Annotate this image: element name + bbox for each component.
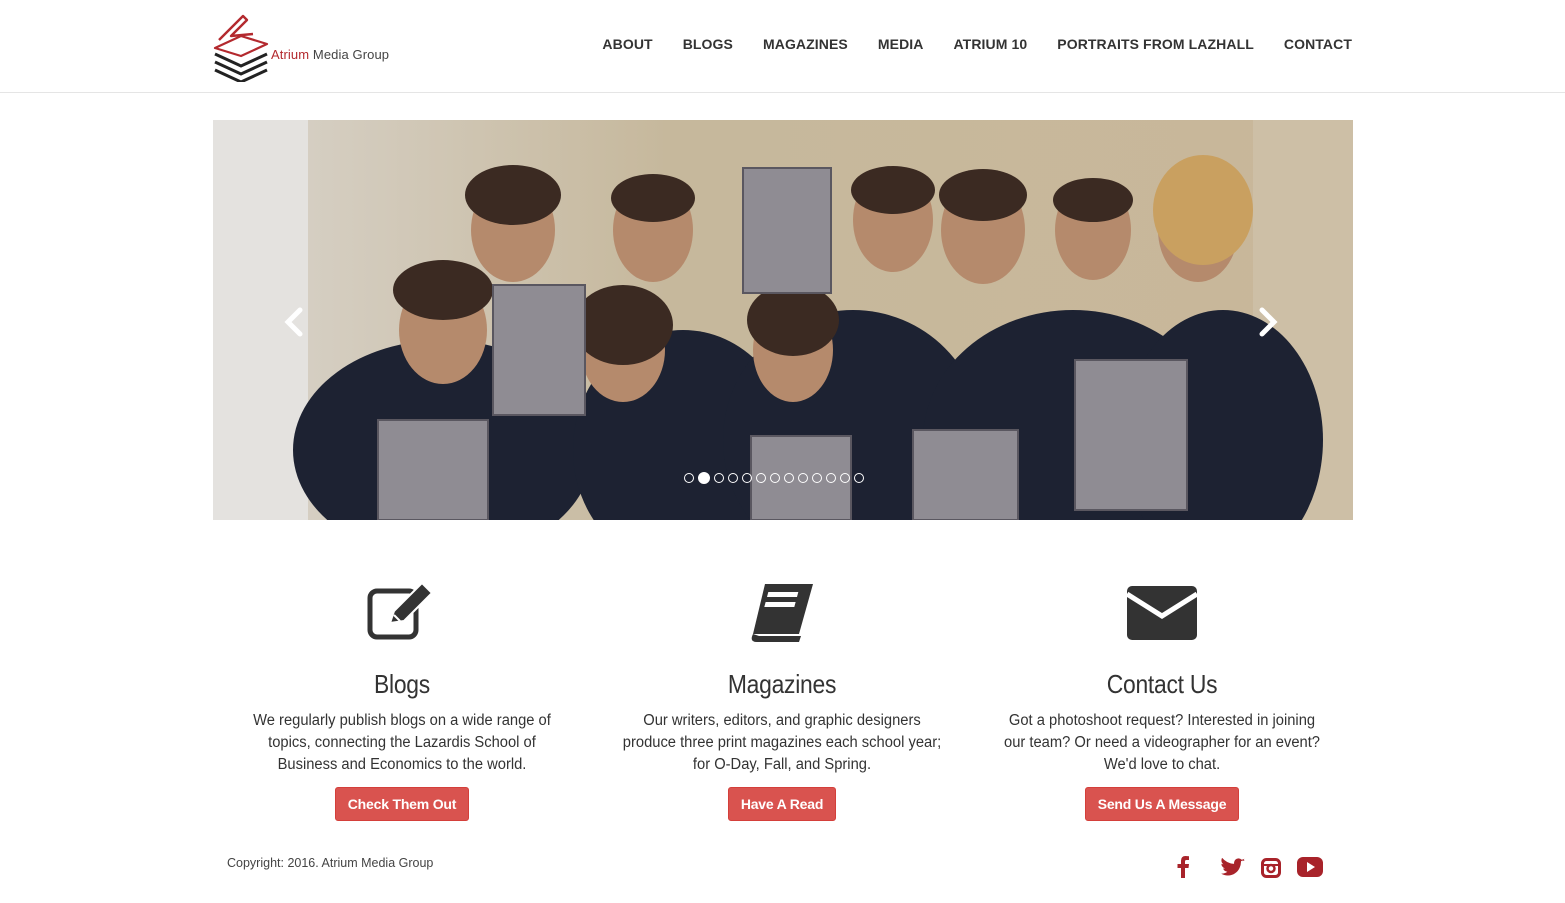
nav-contact[interactable]: CONTACT bbox=[1284, 36, 1352, 52]
atrium-logo-icon bbox=[213, 14, 269, 82]
carousel-prev-button[interactable] bbox=[280, 300, 310, 344]
carousel-dot[interactable] bbox=[854, 473, 864, 483]
feature-title: Contact Us bbox=[1106, 669, 1218, 699]
carousel-dot[interactable] bbox=[698, 472, 710, 484]
feature-text: Got a photoshoot request? Interested in … bbox=[1004, 712, 1320, 773]
feature-blogs: Blogs We regularly publish blogs on a wi… bbox=[212, 580, 592, 821]
book-icon bbox=[592, 580, 972, 646]
send-us-a-message-button[interactable]: Send Us A Message bbox=[1084, 787, 1240, 821]
brand-accent: Atrium bbox=[271, 47, 310, 62]
carousel-dot[interactable] bbox=[840, 473, 850, 483]
nav-about[interactable]: ABOUT bbox=[602, 36, 652, 52]
feature-title: Blogs bbox=[374, 669, 430, 699]
carousel-next-button[interactable] bbox=[1252, 300, 1282, 344]
instagram-icon[interactable] bbox=[1261, 858, 1281, 878]
main-nav: ABOUT BLOGS MAGAZINES MEDIA ATRIUM 10 PO… bbox=[572, 36, 1352, 52]
logo-text: Atrium Media Group bbox=[271, 47, 389, 62]
carousel-indicators bbox=[684, 472, 864, 484]
carousel-dot[interactable] bbox=[742, 473, 752, 483]
feature-text: We regularly publish blogs on a wide ran… bbox=[253, 712, 551, 773]
check-them-out-button[interactable]: Check Them Out bbox=[334, 787, 470, 821]
carousel-dot[interactable] bbox=[756, 473, 766, 483]
hero-carousel bbox=[213, 120, 1353, 520]
nav-magazines[interactable]: MAGAZINES bbox=[763, 36, 848, 52]
feature-title: Magazines bbox=[727, 669, 837, 699]
nav-media[interactable]: MEDIA bbox=[878, 36, 924, 52]
facebook-icon[interactable] bbox=[1176, 856, 1190, 878]
copyright-text: Copyright: 2016. Atrium Media Group bbox=[227, 856, 434, 870]
carousel-dot[interactable] bbox=[684, 473, 694, 483]
carousel-dot[interactable] bbox=[728, 473, 738, 483]
carousel-dot[interactable] bbox=[770, 473, 780, 483]
carousel-dot[interactable] bbox=[784, 473, 794, 483]
nav-atrium-10[interactable]: ATRIUM 10 bbox=[954, 36, 1028, 52]
brand-rest: Media Group bbox=[309, 47, 390, 62]
envelope-icon bbox=[972, 580, 1352, 646]
have-a-read-button[interactable]: Have A Read bbox=[727, 787, 837, 821]
youtube-icon[interactable] bbox=[1297, 857, 1323, 877]
feature-magazines: Magazines Our writers, editors, and grap… bbox=[592, 580, 972, 821]
feature-contact: Contact Us Got a photoshoot request? Int… bbox=[972, 580, 1352, 821]
carousel-dot[interactable] bbox=[826, 473, 836, 483]
hero-photo bbox=[213, 120, 1353, 520]
carousel-dot[interactable] bbox=[812, 473, 822, 483]
twitter-icon[interactable] bbox=[1221, 858, 1245, 878]
feature-text: Our writers, editors, and graphic design… bbox=[622, 712, 942, 773]
carousel-dot[interactable] bbox=[798, 473, 808, 483]
site-header: Atrium Media Group ABOUT BLOGS MAGAZINES… bbox=[0, 0, 1565, 93]
nav-portraits[interactable]: PORTRAITS FROM LAZHALL bbox=[1057, 36, 1254, 52]
carousel-dot[interactable] bbox=[714, 473, 724, 483]
site-logo[interactable]: Atrium Media Group bbox=[213, 14, 389, 82]
nav-blogs[interactable]: BLOGS bbox=[683, 36, 733, 52]
edit-icon bbox=[212, 580, 592, 646]
